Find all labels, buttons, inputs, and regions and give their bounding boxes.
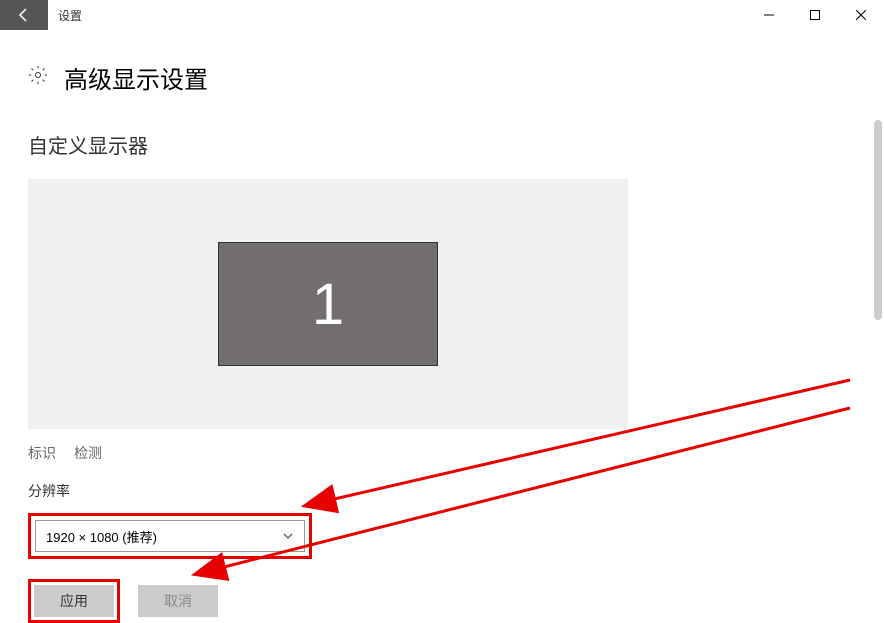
cancel-button[interactable]: 取消 [138, 585, 218, 617]
apply-button-highlight: 应用 [28, 579, 120, 623]
section-heading: 自定义显示器 [28, 130, 884, 159]
scrollbar[interactable] [874, 120, 882, 320]
maximize-button[interactable] [792, 0, 838, 30]
resolution-label: 分辨率 [28, 481, 884, 501]
gear-icon [28, 65, 48, 90]
chevron-down-icon [282, 530, 294, 542]
back-button[interactable] [0, 0, 48, 30]
identify-link[interactable]: 标识 [28, 443, 56, 463]
monitor-1[interactable]: 1 [218, 242, 438, 366]
close-button[interactable] [838, 0, 884, 30]
detect-link[interactable]: 检测 [74, 443, 102, 463]
monitor-preview-area: 1 [28, 179, 628, 429]
apply-button[interactable]: 应用 [34, 585, 114, 617]
resolution-selected-value: 1920 × 1080 (推荐) [46, 527, 157, 546]
page-title: 高级显示设置 [64, 60, 208, 95]
window-title: 设置 [58, 7, 82, 24]
resolution-dropdown-highlight: 1920 × 1080 (推荐) [28, 513, 312, 559]
minimize-button[interactable] [746, 0, 792, 30]
monitor-number: 1 [312, 271, 344, 338]
resolution-dropdown[interactable]: 1920 × 1080 (推荐) [35, 520, 305, 552]
